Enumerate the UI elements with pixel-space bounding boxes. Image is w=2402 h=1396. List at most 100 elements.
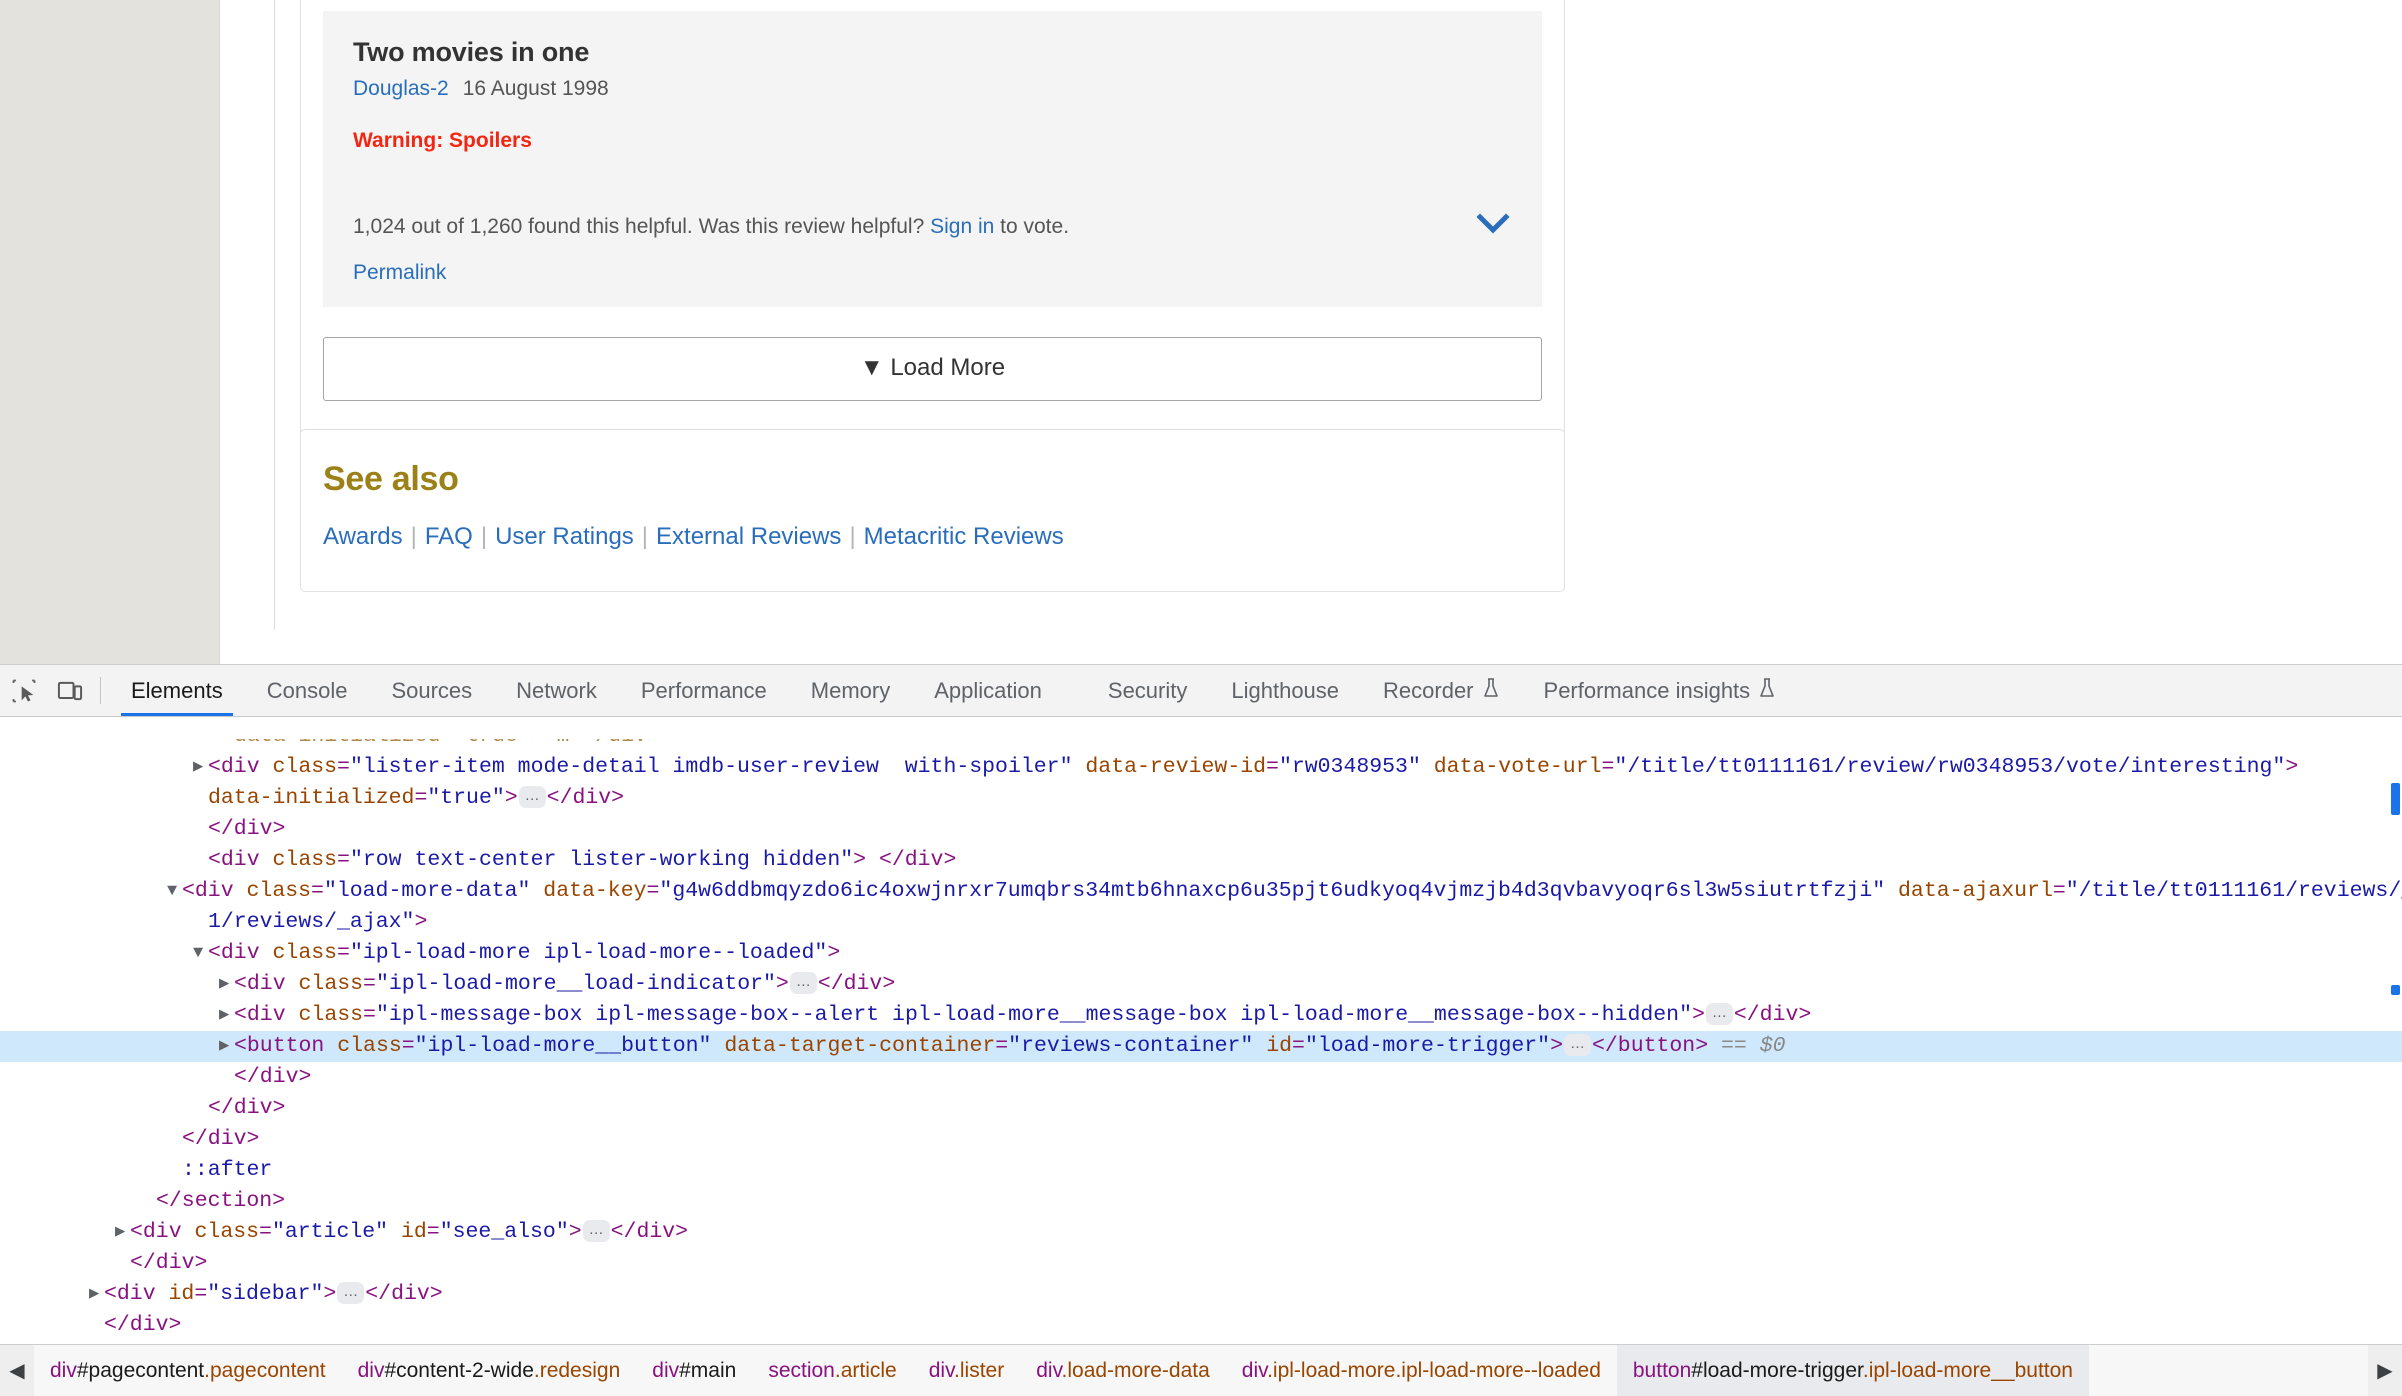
tab-elements[interactable]: Elements [109, 665, 245, 716]
expand-ellipsis-icon[interactable]: … [518, 786, 546, 808]
tab-network[interactable]: Network [494, 665, 619, 716]
sign-in-link[interactable]: Sign in [930, 215, 994, 238]
permalink-row: Permalink [353, 261, 1512, 285]
scrollbar-thumb[interactable] [2391, 783, 2400, 815]
see-also-link-user-ratings[interactable]: User Ratings [495, 523, 634, 550]
dom-close-tag[interactable]: </div> [0, 814, 2402, 845]
breadcrumb-crumb-div-pagecontent[interactable]: div#pagecontent.pagecontent [34, 1345, 342, 1396]
disclosure-triangle-icon[interactable]: ▶ [115, 1217, 125, 1248]
dom-close-tag[interactable]: </div> [0, 1124, 2402, 1155]
devtools-toolbar: Elements Console Sources Network Performance… [0, 665, 2402, 717]
breadcrumb-scroll-right-icon[interactable]: ▶ [2368, 1345, 2402, 1396]
review-item: Two movies in one Douglas-2 16 August 199… [323, 11, 1542, 308]
see-also-separator: | [480, 523, 488, 550]
see-also-link-external-reviews[interactable]: External Reviews [656, 523, 841, 550]
crumb-tag: div [1241, 1358, 1268, 1382]
breadcrumb-scroll-left-icon[interactable]: ◀ [0, 1345, 34, 1396]
disclosure-triangle-icon[interactable]: ▶ [89, 1279, 99, 1310]
crumb-tag: div [652, 1358, 680, 1382]
breadcrumb-crumb-div[interactable]: div.lister [913, 1345, 1020, 1396]
tab-label: Sources [391, 677, 473, 703]
crumb-class: .lister [954, 1358, 1005, 1382]
tab-sources[interactable]: Sources [369, 665, 494, 716]
tab-label: Network [516, 677, 597, 703]
dom-close-tag[interactable]: </div> [0, 1093, 2402, 1124]
disclosure-triangle-icon[interactable]: ▶ [219, 1031, 229, 1062]
crumb-tag: div [50, 1358, 77, 1382]
reviews-container: Two movies in one Douglas-2 16 August 199… [300, 0, 1565, 445]
breadcrumb-crumb-section[interactable]: section.article [752, 1345, 912, 1396]
dom-close-tag[interactable]: </div> [0, 1248, 2402, 1279]
experiment-flask-icon [1758, 677, 1776, 705]
dom-tree-view[interactable]: data-initialized="true"> … </div> ▶ <div c… [0, 717, 2402, 1331]
breadcrumb-crumb-div-main[interactable]: div#main [636, 1345, 752, 1396]
see-also-separator: | [849, 523, 856, 550]
tab-recorder[interactable]: Recorder [1361, 665, 1521, 716]
dom-element-div[interactable]: ▼ <div class="load-more-data" data-key="g… [0, 876, 2402, 907]
tab-label: Performance insights [1543, 677, 1751, 703]
see-also-section: See also Awards | FAQ | User Ratings | Externa… [300, 429, 1565, 592]
dom-pseudo-element[interactable]: ::after [0, 1155, 2402, 1186]
tab-label: Console [266, 677, 348, 703]
device-toolbar-icon[interactable] [54, 675, 86, 707]
disclosure-triangle-icon[interactable]: ▼ [167, 876, 177, 907]
dom-line-continuation[interactable]: data-initialized="true">… </div> [0, 783, 2402, 814]
load-more-wrapper: ▼ Load More [323, 337, 1542, 402]
devtools-tab-strip: Elements Console Sources Network Performance… [109, 665, 1798, 716]
review-helpfulness-row: 1,024 out of 1,260 found this helpful. W… [353, 215, 1512, 239]
dom-element-div[interactable]: ▶ <div class="lister-item mode-detail imd… [0, 752, 2402, 783]
spoiler-warning: Warning: Spoilers [353, 129, 532, 153]
dom-element-button[interactable]: ▶ <button class="ipl-load-more__button" d… [0, 1031, 2402, 1062]
breadcrumb-crumb-button-load-more-trigger[interactable]: button#load-more-trigger.ipl-load-more__… [1616, 1345, 2089, 1396]
load-more-button[interactable]: ▼ Load More [323, 337, 1542, 402]
dom-element-div[interactable]: ▶ <div class="ipl-load-more__load-indicat… [0, 969, 2402, 1000]
disclosure-triangle-icon[interactable]: ▶ [193, 752, 203, 783]
dom-element-div[interactable]: ▶ <div id="sidebar">… </div> [0, 1279, 2402, 1310]
review-meta: Douglas-2 16 August 1998 [353, 74, 1512, 103]
tab-application[interactable]: Application [912, 665, 1064, 716]
expand-ellipsis-icon[interactable]: … [1563, 1034, 1591, 1056]
crumb-class: .article [834, 1358, 897, 1382]
disclosure-triangle-icon[interactable]: ▼ [193, 938, 203, 969]
expand-ellipsis-icon[interactable]: … [1705, 1003, 1733, 1025]
dom-close-tag[interactable]: </section> [0, 1186, 2402, 1217]
dom-line-continuation[interactable]: 1/reviews/_ajax"> [0, 907, 2402, 938]
dom-element-div[interactable]: <div class="row text-center lister-worki… [0, 845, 2402, 876]
see-also-link-faq[interactable]: FAQ [425, 523, 473, 550]
chevron-down-icon[interactable] [1476, 211, 1510, 237]
tab-performance-insights[interactable]: Performance insights [1522, 665, 1799, 716]
dom-element-div[interactable]: ▶ <div class="article" id="see_also">… </d… [0, 1217, 2402, 1248]
see-also-link-awards[interactable]: Awards [323, 523, 403, 550]
tab-label: Elements [131, 677, 223, 703]
tab-security[interactable]: Security [1086, 665, 1209, 716]
review-actions: 1,024 out of 1,260 found this helpful. W… [353, 213, 1512, 285]
review-author-link[interactable]: Douglas-2 [353, 77, 449, 100]
dom-tree-scrollbar[interactable] [2391, 665, 2402, 1279]
tab-console[interactable]: Console [245, 665, 370, 716]
disclosure-triangle-icon[interactable]: ▶ [219, 1000, 229, 1031]
inspect-element-icon[interactable] [8, 675, 40, 707]
breadcrumb-crumb-div-content-2-wide[interactable]: div#content-2-wide.redesign [342, 1345, 637, 1396]
expand-ellipsis-icon[interactable]: … [582, 1220, 610, 1242]
tab-performance[interactable]: Performance [619, 665, 789, 716]
breadcrumb-crumb-div[interactable]: div.load-more-data [1020, 1345, 1226, 1396]
dom-element-div[interactable]: ▶ <div class="ipl-message-box ipl-message… [0, 1000, 2402, 1031]
disclosure-triangle-icon[interactable]: ▶ [219, 969, 229, 1000]
see-also-link-metacritic-reviews[interactable]: Metacritic Reviews [864, 523, 1064, 550]
tab-lighthouse[interactable]: Lighthouse [1209, 665, 1361, 716]
dom-close-tag[interactable]: </div> [0, 1310, 2402, 1331]
breadcrumb-crumb-div[interactable]: div.ipl-load-more.ipl-load-more--loaded [1226, 1345, 1617, 1396]
crumb-class: .ipl-load-more__button [1862, 1358, 2073, 1382]
expand-ellipsis-icon[interactable]: … [337, 1282, 365, 1304]
dom-element-div[interactable]: ▼ <div class="ipl-load-more ipl-load-more… [0, 938, 2402, 969]
devtools-panel: Elements Console Sources Network Performance… [0, 664, 2402, 1396]
crumb-class: .load-more-data [1061, 1358, 1210, 1382]
browser-viewport: Two movies in one Douglas-2 16 August 199… [0, 0, 2402, 664]
vote-suffix-text: to vote. [1000, 215, 1070, 239]
crumb-tag: section [768, 1358, 835, 1382]
expand-ellipsis-icon[interactable]: … [789, 972, 817, 994]
dom-close-tag[interactable]: </div> [0, 1062, 2402, 1093]
tab-memory[interactable]: Memory [789, 665, 912, 716]
breadcrumb-crumbs: div#pagecontent.pagecontent div#content-2… [34, 1345, 2368, 1396]
permalink-link[interactable]: Permalink [353, 261, 446, 284]
